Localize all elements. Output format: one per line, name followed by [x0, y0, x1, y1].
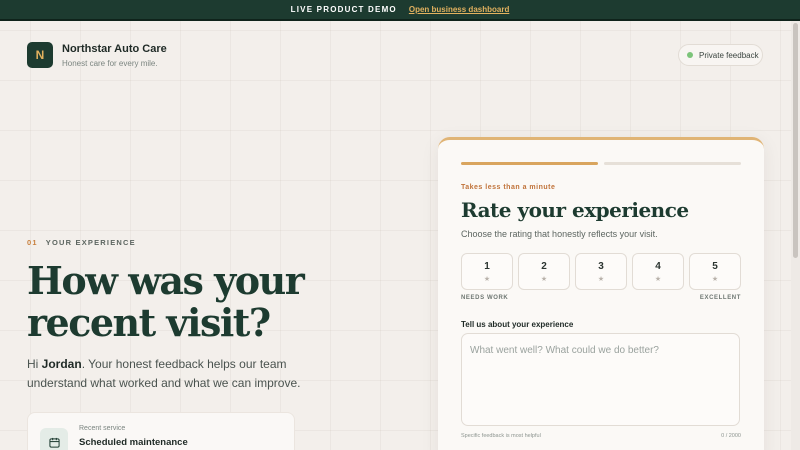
brand-logo: N — [27, 42, 53, 68]
open-dashboard-link[interactable]: Open business dashboard — [409, 5, 509, 14]
feedback-textarea[interactable] — [461, 333, 740, 426]
page-subtitle: Hi Jordan. Your honest feedback helps ou… — [27, 355, 347, 393]
scale-low-label: NEEDS WORK — [461, 295, 509, 301]
star-icon: ★ — [711, 275, 719, 283]
feedback-hint: Specific feedback is most helpful — [461, 433, 541, 439]
rating-option-3[interactable]: 3 ★ — [575, 253, 627, 290]
demo-label: LIVE PRODUCT DEMO — [290, 5, 397, 14]
rating-value: 2 — [541, 260, 547, 272]
form-subtitle: Choose the rating that honestly reflects… — [461, 229, 658, 239]
greeting: Hi — [27, 357, 42, 371]
form-progress — [461, 162, 741, 165]
step-number: 01 — [27, 238, 38, 247]
character-count: 0 / 2000 — [721, 433, 741, 439]
scale-high-label: EXCELLENT — [699, 295, 741, 301]
rating-value: 5 — [712, 260, 718, 272]
scrollbar-thumb[interactable] — [793, 23, 798, 258]
rating-option-1[interactable]: 1 ★ — [461, 253, 513, 290]
progress-step-complete — [461, 162, 598, 165]
star-icon: ★ — [540, 275, 548, 283]
demo-banner: LIVE PRODUCT DEMO Open business dashboar… — [0, 0, 800, 21]
recent-service-label: Recent service — [79, 425, 126, 432]
brand-tagline: Honest care for every mile. — [62, 58, 158, 68]
progress-step-pending — [604, 162, 741, 165]
form-title: Rate your experience — [461, 198, 689, 222]
star-icon: ★ — [597, 275, 605, 283]
star-icon: ★ — [654, 275, 662, 283]
form-kicker: Takes less than a minute — [461, 184, 556, 191]
rating-value: 3 — [598, 260, 604, 272]
rating-option-5[interactable]: 5 ★ — [689, 253, 741, 290]
rating-value: 4 — [655, 260, 661, 272]
rating-value: 1 — [484, 260, 490, 272]
feedback-label: Tell us about your experience — [461, 320, 574, 329]
brand[interactable]: N Northstar Auto Care Honest care for ev… — [27, 42, 167, 68]
rating-options: 1 ★ 2 ★ 3 ★ 4 ★ 5 ★ — [461, 253, 741, 290]
rating-option-4[interactable]: 4 ★ — [632, 253, 684, 290]
recent-service-card: Recent service Scheduled maintenance — [27, 412, 295, 450]
rating-option-2[interactable]: 2 ★ — [518, 253, 570, 290]
customer-name: Jordan — [41, 357, 82, 371]
private-feedback-label: Private feedback — [699, 50, 759, 60]
page-title: How was your recent visit? — [27, 258, 305, 345]
calendar-icon — [40, 428, 68, 450]
star-icon: ★ — [483, 275, 491, 283]
page-scrollbar[interactable] — [791, 21, 800, 450]
brand-name: Northstar Auto Care — [62, 42, 167, 55]
step-eyebrow: 01 YOUR EXPERIENCE — [27, 238, 136, 247]
status-dot-icon — [687, 52, 693, 58]
rating-form-card: Takes less than a minute Rate your exper… — [438, 137, 764, 450]
private-feedback-badge: Private feedback — [678, 44, 763, 66]
step-label: YOUR EXPERIENCE — [45, 238, 136, 247]
recent-service-value: Scheduled maintenance — [79, 437, 188, 448]
